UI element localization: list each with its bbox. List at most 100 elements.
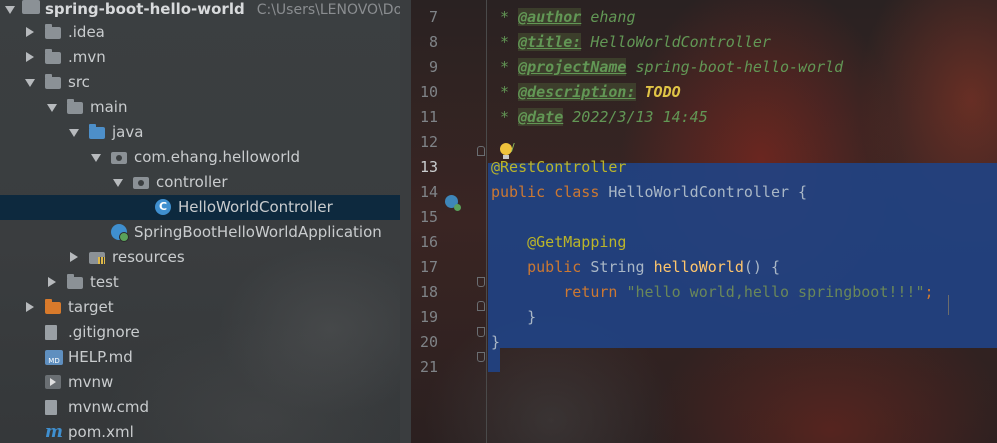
doc-comment-prefix: * (491, 8, 519, 26)
tree-item-label: .gitignore (68, 323, 140, 341)
chevron-right-icon[interactable] (24, 20, 36, 45)
doc-comment-prefix: * (491, 83, 519, 101)
tree-item-label: SpringBootHelloWorldApplication (134, 223, 382, 241)
code-line[interactable]: * @description: TODO (491, 80, 681, 105)
tree-item-com-ehang-helloworld[interactable]: com.ehang.helloworld (0, 145, 400, 170)
type-name: String (581, 258, 654, 276)
chevron-down-icon[interactable] (112, 170, 124, 195)
line-number: 17 (419, 258, 438, 276)
resources-folder-icon (89, 252, 105, 264)
package-icon (133, 177, 149, 189)
fold-marker-icon[interactable] (477, 327, 485, 337)
tree-item-label: java (112, 123, 144, 141)
fold-marker-icon[interactable] (477, 352, 485, 362)
code-line[interactable]: public class HelloWorldController { (491, 180, 807, 205)
chevron-right-icon[interactable] (24, 295, 36, 320)
line-number: 10 (419, 83, 438, 101)
javadoc-tag: @title: (518, 33, 582, 51)
line-number: 11 (419, 108, 438, 126)
annotation: @GetMapping (527, 233, 627, 251)
chevron-right-icon[interactable] (24, 45, 36, 70)
code-editor[interactable]: 7 8 9 10 11 12 13 14 15 16 17 18 19 20 21 * @author eh… (411, 0, 997, 443)
javadoc-tag: @description: (518, 83, 636, 101)
tree-item-label: controller (156, 173, 228, 191)
chevron-down-icon[interactable] (4, 0, 16, 22)
line-number: 15 (419, 208, 438, 226)
tree-item-mvnw-cmd[interactable]: mvnw.cmd (0, 395, 400, 420)
chevron-down-icon[interactable] (68, 120, 80, 145)
tree-item-mvnw[interactable]: mvnw (0, 370, 400, 395)
tree-item-label: .idea (68, 23, 105, 41)
folder-icon (45, 74, 61, 89)
tree-item-test[interactable]: test (0, 270, 400, 295)
chevron-right-icon[interactable] (46, 270, 58, 295)
spring-bean-gutter-icon[interactable] (445, 195, 461, 211)
excluded-folder-icon (45, 299, 61, 314)
keyword: public (491, 183, 546, 201)
code-line[interactable]: } (491, 330, 500, 355)
javadoc-value: HelloWorldController (581, 33, 771, 51)
line-number: 21 (419, 358, 438, 376)
text-file-icon (45, 400, 57, 415)
line-number: 19 (419, 308, 438, 326)
tree-item-label: resources (112, 248, 185, 266)
fold-marker-icon[interactable] (477, 277, 485, 287)
gitignore-icon (45, 325, 57, 340)
project-root-row[interactable]: spring-boot-hello-world C:\Users\LENOVO\D… (0, 0, 411, 22)
tree-item-mvn[interactable]: .mvn (0, 45, 400, 70)
tree-item-label: mvnw (68, 373, 114, 391)
line-number: 14 (419, 183, 438, 201)
chevron-down-icon[interactable] (24, 70, 36, 95)
chevron-right-icon[interactable] (68, 245, 80, 270)
code-line[interactable]: * @author ehang (491, 5, 636, 30)
code-line[interactable]: * @date 2022/3/13 14:45 (491, 105, 708, 130)
tree-item-springboothelloworldapplication[interactable]: SpringBootHelloWorldApplication (0, 220, 400, 245)
javadoc-value: spring-boot-hello-world (626, 58, 844, 76)
folder-icon (67, 274, 83, 289)
code-line[interactable]: * @title: HelloWorldController (491, 30, 771, 55)
tree-item-label: HELP.md (68, 348, 133, 366)
fold-marker-icon[interactable] (477, 301, 485, 311)
tree-item-target[interactable]: target (0, 295, 400, 320)
keyword: return (563, 283, 618, 301)
doc-comment-prefix: * (491, 58, 519, 76)
code-line[interactable]: } (491, 305, 536, 330)
chevron-down-icon[interactable] (90, 145, 102, 170)
chevron-down-icon[interactable] (46, 95, 58, 120)
line-number: 13 (419, 158, 438, 176)
class-name: HelloWorldController { (599, 183, 808, 201)
tree-item-pom-xml[interactable]: m pom.xml (0, 420, 400, 443)
tree-item-src[interactable]: src (0, 70, 400, 95)
tree-item-resources[interactable]: resources (0, 245, 400, 270)
tree-item-idea[interactable]: .idea (0, 20, 400, 45)
tree-item-java[interactable]: java (0, 120, 400, 145)
project-root-name: spring-boot-hello-world (45, 0, 245, 18)
code-line[interactable]: @GetMapping (491, 230, 626, 255)
tree-item-label: .mvn (68, 48, 106, 66)
line-number: 7 (428, 8, 438, 26)
javadoc-value: TODO (635, 83, 681, 101)
tree-item-gitignore[interactable]: .gitignore (0, 320, 400, 345)
doc-comment-prefix: * (491, 108, 519, 126)
code-line[interactable]: public String helloWorld() { (491, 255, 780, 280)
project-scrollbar[interactable] (400, 0, 411, 443)
shell-script-icon (45, 375, 61, 389)
keyword: public (527, 258, 582, 276)
code-line[interactable]: return "hello world,hello springboot!!!"… (491, 280, 933, 305)
tree-item-main[interactable]: main (0, 95, 400, 120)
code-line[interactable]: * @projectName spring-boot-hello-world (491, 55, 843, 80)
line-number: 9 (428, 58, 438, 76)
tree-item-controller[interactable]: controller (0, 170, 400, 195)
fold-marker-icon[interactable] (477, 146, 485, 156)
tree-item-help-md[interactable]: MD HELP.md (0, 345, 400, 370)
java-class-icon: C (155, 199, 171, 215)
javadoc-value: 2022/3/13 14:45 (563, 108, 708, 126)
javadoc-tag: @author (518, 8, 582, 26)
lightbulb-icon[interactable]: / (500, 141, 515, 161)
indent-guide (948, 295, 949, 315)
tree-item-helloworldcontroller[interactable]: C HelloWorldController (0, 195, 400, 220)
